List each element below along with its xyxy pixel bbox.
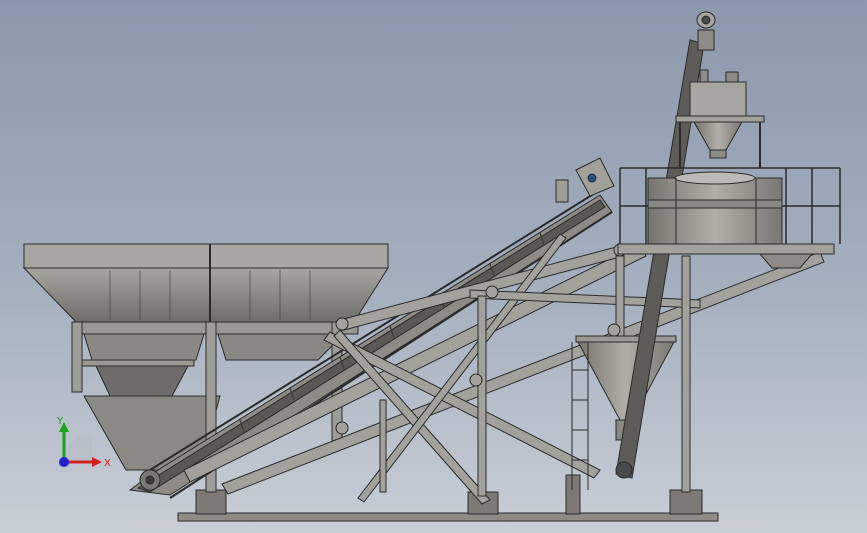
triad-icon: Y X	[48, 412, 118, 482]
base-rail	[177, 512, 719, 522]
mixer-body[interactable]	[647, 171, 783, 245]
dust-collector[interactable]	[696, 11, 716, 51]
y-axis-label: Y	[56, 416, 64, 427]
footings	[195, 474, 703, 515]
x-axis-label: X	[104, 458, 111, 469]
cad-graphics-viewport[interactable]: Y X	[0, 0, 867, 533]
batching-plant-model[interactable]	[0, 0, 867, 533]
